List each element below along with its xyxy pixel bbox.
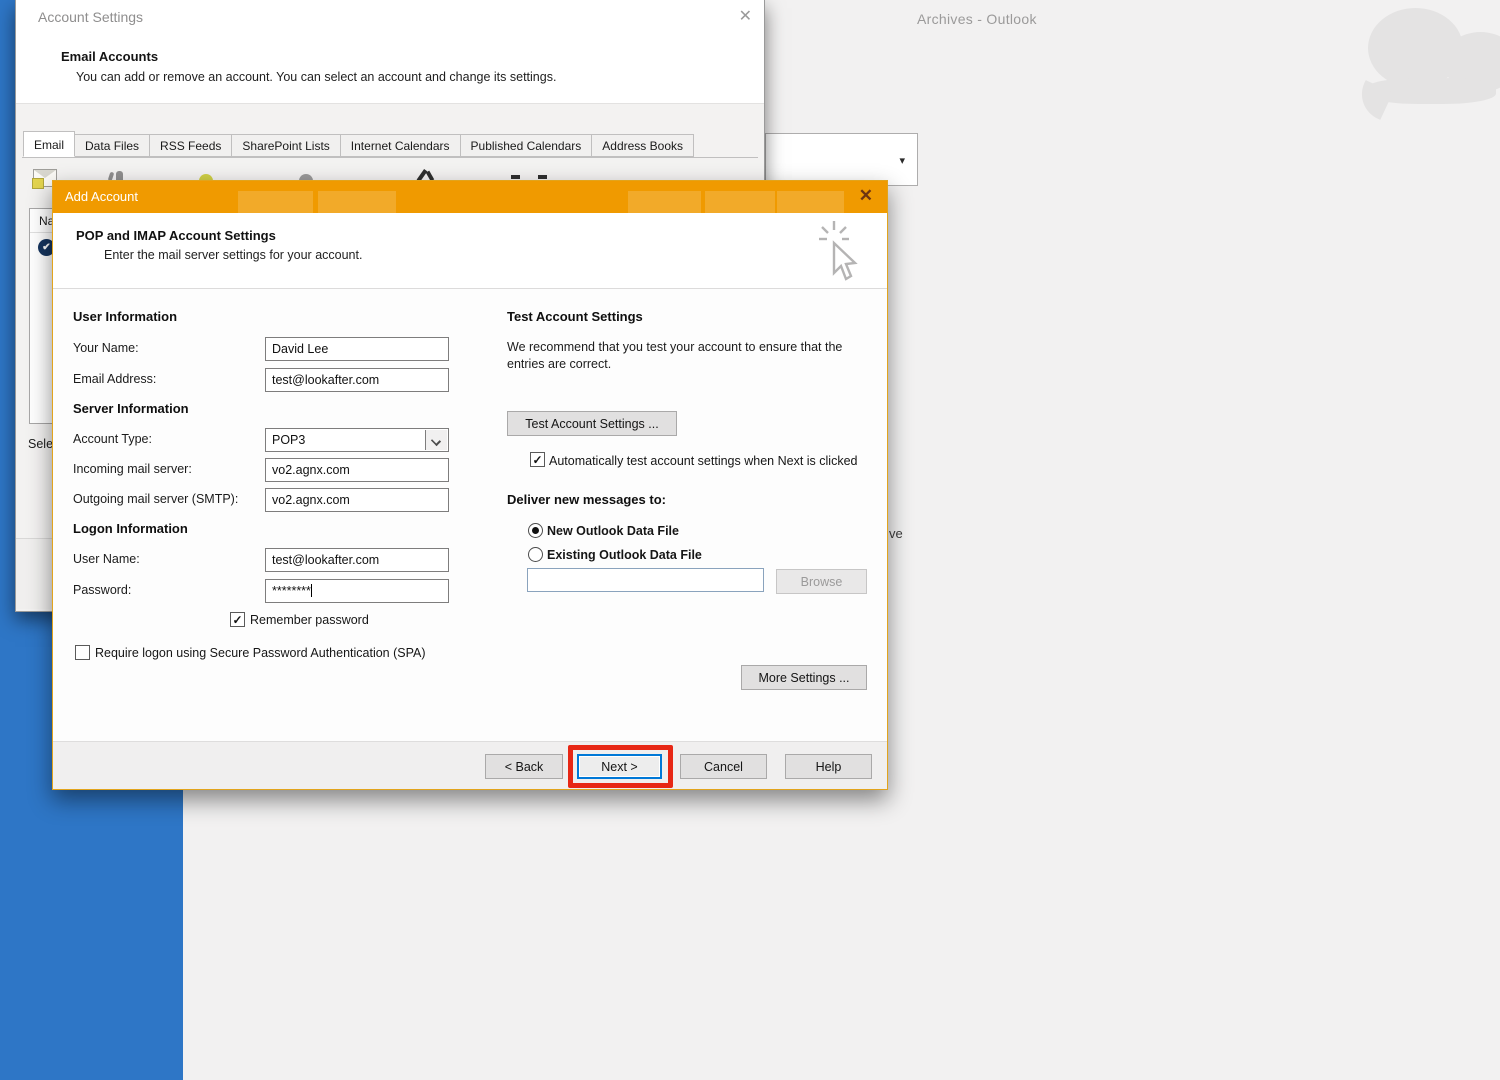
- tab-published-calendars[interactable]: Published Calendars: [461, 134, 593, 157]
- move-down-icon[interactable]: [538, 175, 547, 179]
- password-masked-value: ********: [272, 584, 311, 598]
- cancel-button[interactable]: Cancel: [680, 754, 767, 779]
- email-address-label: Email Address:: [73, 372, 156, 386]
- logon-information-heading: Logon Information: [73, 521, 188, 536]
- your-name-label: Your Name:: [73, 341, 139, 355]
- background-text-fragment: ve: [889, 526, 903, 541]
- auto-test-checkbox[interactable]: ✓: [530, 452, 545, 467]
- email-accounts-heading: Email Accounts: [61, 49, 158, 64]
- window-title: Archives - Outlook: [917, 11, 1037, 27]
- account-type-value: POP3: [272, 433, 305, 447]
- user-name-field[interactable]: test@lookafter.com: [265, 548, 449, 572]
- dropdown-arrow-icon: ▾: [899, 154, 905, 167]
- tab-data-files[interactable]: Data Files: [75, 134, 150, 157]
- back-button[interactable]: < Back: [485, 754, 563, 779]
- wizard-title: POP and IMAP Account Settings: [76, 228, 276, 243]
- dialog-title: Add Account: [65, 189, 138, 204]
- user-information-heading: User Information: [73, 309, 177, 324]
- account-type-dropdown[interactable]: POP3: [265, 428, 449, 452]
- spa-checkbox[interactable]: [75, 645, 90, 660]
- existing-data-file-label: Existing Outlook Data File: [547, 548, 702, 562]
- browse-button[interactable]: Browse: [776, 569, 867, 594]
- email-accounts-description: You can add or remove an account. You ca…: [76, 70, 556, 84]
- tab-address-books[interactable]: Address Books: [592, 134, 694, 157]
- more-settings-button[interactable]: More Settings ...: [741, 665, 867, 690]
- close-icon[interactable]: ✕: [859, 186, 873, 206]
- existing-data-file-radio[interactable]: [528, 547, 543, 562]
- server-information-heading: Server Information: [73, 401, 189, 416]
- outgoing-server-field[interactable]: vo2.agnx.com: [265, 488, 449, 512]
- user-name-label: User Name:: [73, 552, 140, 566]
- test-account-settings-heading: Test Account Settings: [507, 309, 643, 324]
- dialog-title: Account Settings: [38, 9, 143, 25]
- deliver-heading: Deliver new messages to:: [507, 492, 666, 507]
- password-field[interactable]: ********: [265, 579, 449, 603]
- watermark-graphic: [1338, 0, 1500, 150]
- password-label: Password:: [73, 583, 131, 597]
- email-address-field[interactable]: test@lookafter.com: [265, 368, 449, 392]
- wizard-header: POP and IMAP Account Settings Enter the …: [53, 213, 887, 289]
- add-account-titlebar: Add Account ✕: [53, 181, 887, 213]
- remember-password-checkbox[interactable]: ✓: [230, 612, 245, 627]
- chevron-down-icon: [431, 436, 441, 446]
- spa-label: Require logon using Secure Password Auth…: [95, 645, 457, 662]
- remember-password-label: Remember password: [250, 613, 369, 627]
- background-dropdown[interactable]: ▾: [765, 133, 918, 186]
- data-file-path-field[interactable]: [527, 568, 764, 592]
- selected-account-text: Sele: [28, 437, 53, 451]
- test-account-settings-button[interactable]: Test Account Settings ...: [507, 411, 677, 436]
- add-account-dialog: Add Account ✕ POP and IMAP Account Setti…: [52, 180, 888, 790]
- new-data-file-label: New Outlook Data File: [547, 524, 679, 538]
- account-type-label: Account Type:: [73, 432, 152, 446]
- click-cursor-icon: [817, 221, 865, 285]
- next-button-highlight: [568, 745, 673, 788]
- outgoing-server-label: Outgoing mail server (SMTP):: [73, 492, 238, 506]
- auto-test-label: Automatically test account settings when…: [549, 453, 861, 469]
- close-icon[interactable]: ✕: [739, 6, 752, 26]
- tab-email[interactable]: Email: [23, 131, 75, 157]
- move-up-icon[interactable]: [511, 175, 520, 179]
- incoming-server-field[interactable]: vo2.agnx.com: [265, 458, 449, 482]
- text-caret: [311, 584, 312, 597]
- account-settings-tabs: Email Data Files RSS Feeds SharePoint Li…: [23, 131, 694, 157]
- incoming-server-label: Incoming mail server:: [73, 462, 192, 476]
- combo-arrow-button[interactable]: [425, 430, 447, 450]
- help-button[interactable]: Help: [785, 754, 872, 779]
- tab-rss-feeds[interactable]: RSS Feeds: [150, 134, 232, 157]
- tab-sharepoint-lists[interactable]: SharePoint Lists: [232, 134, 340, 157]
- new-data-file-radio[interactable]: [528, 523, 543, 538]
- test-account-description: We recommend that you test your account …: [507, 339, 877, 373]
- your-name-field[interactable]: David Lee: [265, 337, 449, 361]
- tab-internet-calendars[interactable]: Internet Calendars: [341, 134, 461, 157]
- wizard-subtitle: Enter the mail server settings for your …: [104, 248, 362, 262]
